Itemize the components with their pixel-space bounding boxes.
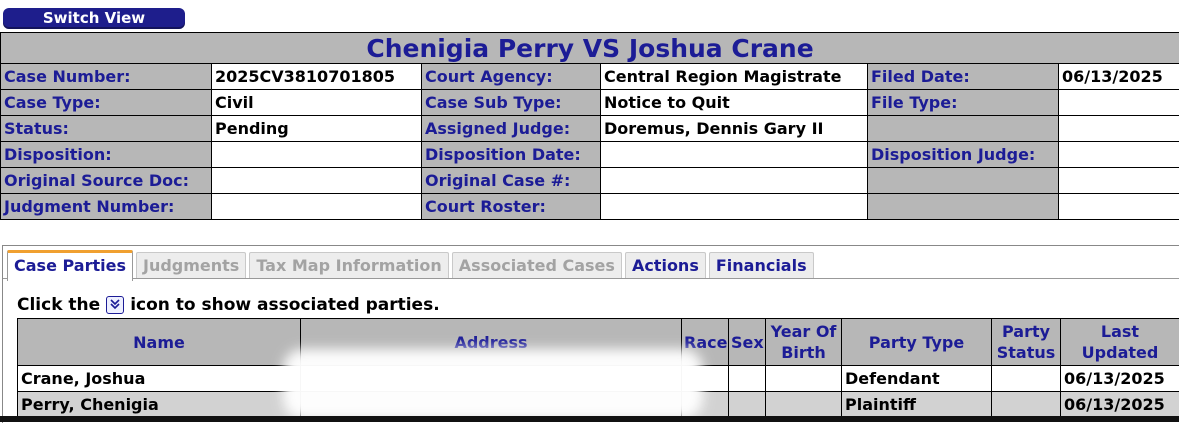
column-header-party-type[interactable]: Party Type [842, 319, 992, 366]
case-sub-type-value: Notice to Quit [601, 90, 868, 116]
party-sex [729, 392, 766, 418]
column-header-sex[interactable]: Sex [729, 319, 766, 366]
file-type-value [1059, 90, 1179, 116]
parties-hint: Click the icon to show associated partie… [17, 295, 440, 315]
address-redaction [283, 349, 703, 419]
court-roster-label: Court Roster: [422, 194, 601, 220]
empty-value-cell [1059, 168, 1179, 194]
party-name[interactable]: Crane, Joshua [18, 366, 301, 392]
empty-label-cell [868, 168, 1059, 194]
judgment-number-label: Judgment Number: [1, 194, 212, 220]
status-value: Pending [212, 116, 422, 142]
file-type-label: File Type: [868, 90, 1059, 116]
court-agency-label: Court Agency: [422, 64, 601, 90]
case-sub-type-label: Case Sub Type: [422, 90, 601, 116]
judgment-number-value [212, 194, 422, 220]
column-header-last-updated[interactable]: Last Updated [1061, 319, 1179, 366]
expand-icon [106, 296, 124, 314]
original-source-doc-label: Original Source Doc: [1, 168, 212, 194]
filed-date-label: Filed Date: [868, 64, 1059, 90]
case-detail-panel: Case Parties Judgments Tax Map Informati… [2, 245, 1179, 423]
party-type: Defendant [842, 366, 992, 392]
column-header-name[interactable]: Name [18, 319, 301, 366]
empty-value-cell [1059, 194, 1179, 220]
case-number-label: Case Number: [1, 64, 212, 90]
party-sex [729, 366, 766, 392]
tab-divider [3, 278, 1179, 279]
tab-case-parties[interactable]: Case Parties [7, 250, 133, 281]
tab-associated-cases[interactable]: Associated Cases [452, 252, 622, 279]
party-year-of-birth [766, 392, 842, 418]
disposition-judge-label: Disposition Judge: [868, 142, 1059, 168]
disposition-value [212, 142, 422, 168]
tab-bar: Case Parties Judgments Tax Map Informati… [7, 252, 814, 281]
case-type-label: Case Type: [1, 90, 212, 116]
filed-date-value: 06/13/2025 [1059, 64, 1179, 90]
party-status [992, 392, 1061, 418]
status-label: Status: [1, 116, 212, 142]
case-type-value: Civil [212, 90, 422, 116]
party-last-updated: 06/13/2025 [1061, 366, 1179, 392]
tab-judgments[interactable]: Judgments [136, 252, 246, 279]
assigned-judge-label: Assigned Judge: [422, 116, 601, 142]
hint-text-after: icon to show associated parties. [130, 295, 439, 315]
case-number-value: 2025CV3810701805 [212, 64, 422, 90]
case-title: Chenigia Perry VS Joshua Crane [1, 33, 1179, 64]
court-roster-value [601, 194, 868, 220]
tab-tax-map-information[interactable]: Tax Map Information [249, 252, 448, 279]
bottom-edge [0, 416, 1179, 422]
tab-actions[interactable]: Actions [625, 252, 706, 279]
disposition-date-value [601, 142, 868, 168]
party-status [992, 366, 1061, 392]
original-case-label: Original Case #: [422, 168, 601, 194]
assigned-judge-value: Doremus, Dennis Gary II [601, 116, 868, 142]
case-summary-table: Chenigia Perry VS Joshua Crane Case Numb… [0, 32, 1179, 220]
disposition-date-label: Disposition Date: [422, 142, 601, 168]
disposition-label: Disposition: [1, 142, 212, 168]
switch-view-button[interactable]: Switch View [3, 8, 185, 29]
original-case-value [601, 168, 868, 194]
hint-text-before: Click the [17, 295, 100, 315]
party-year-of-birth [766, 366, 842, 392]
party-last-updated: 06/13/2025 [1061, 392, 1179, 418]
disposition-judge-value [1059, 142, 1179, 168]
column-header-party-status[interactable]: Party Status [992, 319, 1061, 366]
court-agency-value: Central Region Magistrate [601, 64, 868, 90]
empty-value-cell [1059, 116, 1179, 142]
tab-financials[interactable]: Financials [709, 252, 814, 279]
original-source-doc-value [212, 168, 422, 194]
empty-label-cell [868, 116, 1059, 142]
party-type: Plaintiff [842, 392, 992, 418]
party-name[interactable]: Perry, Chenigia [18, 392, 301, 418]
column-header-year-of-birth[interactable]: Year Of Birth [766, 319, 842, 366]
empty-label-cell [868, 194, 1059, 220]
